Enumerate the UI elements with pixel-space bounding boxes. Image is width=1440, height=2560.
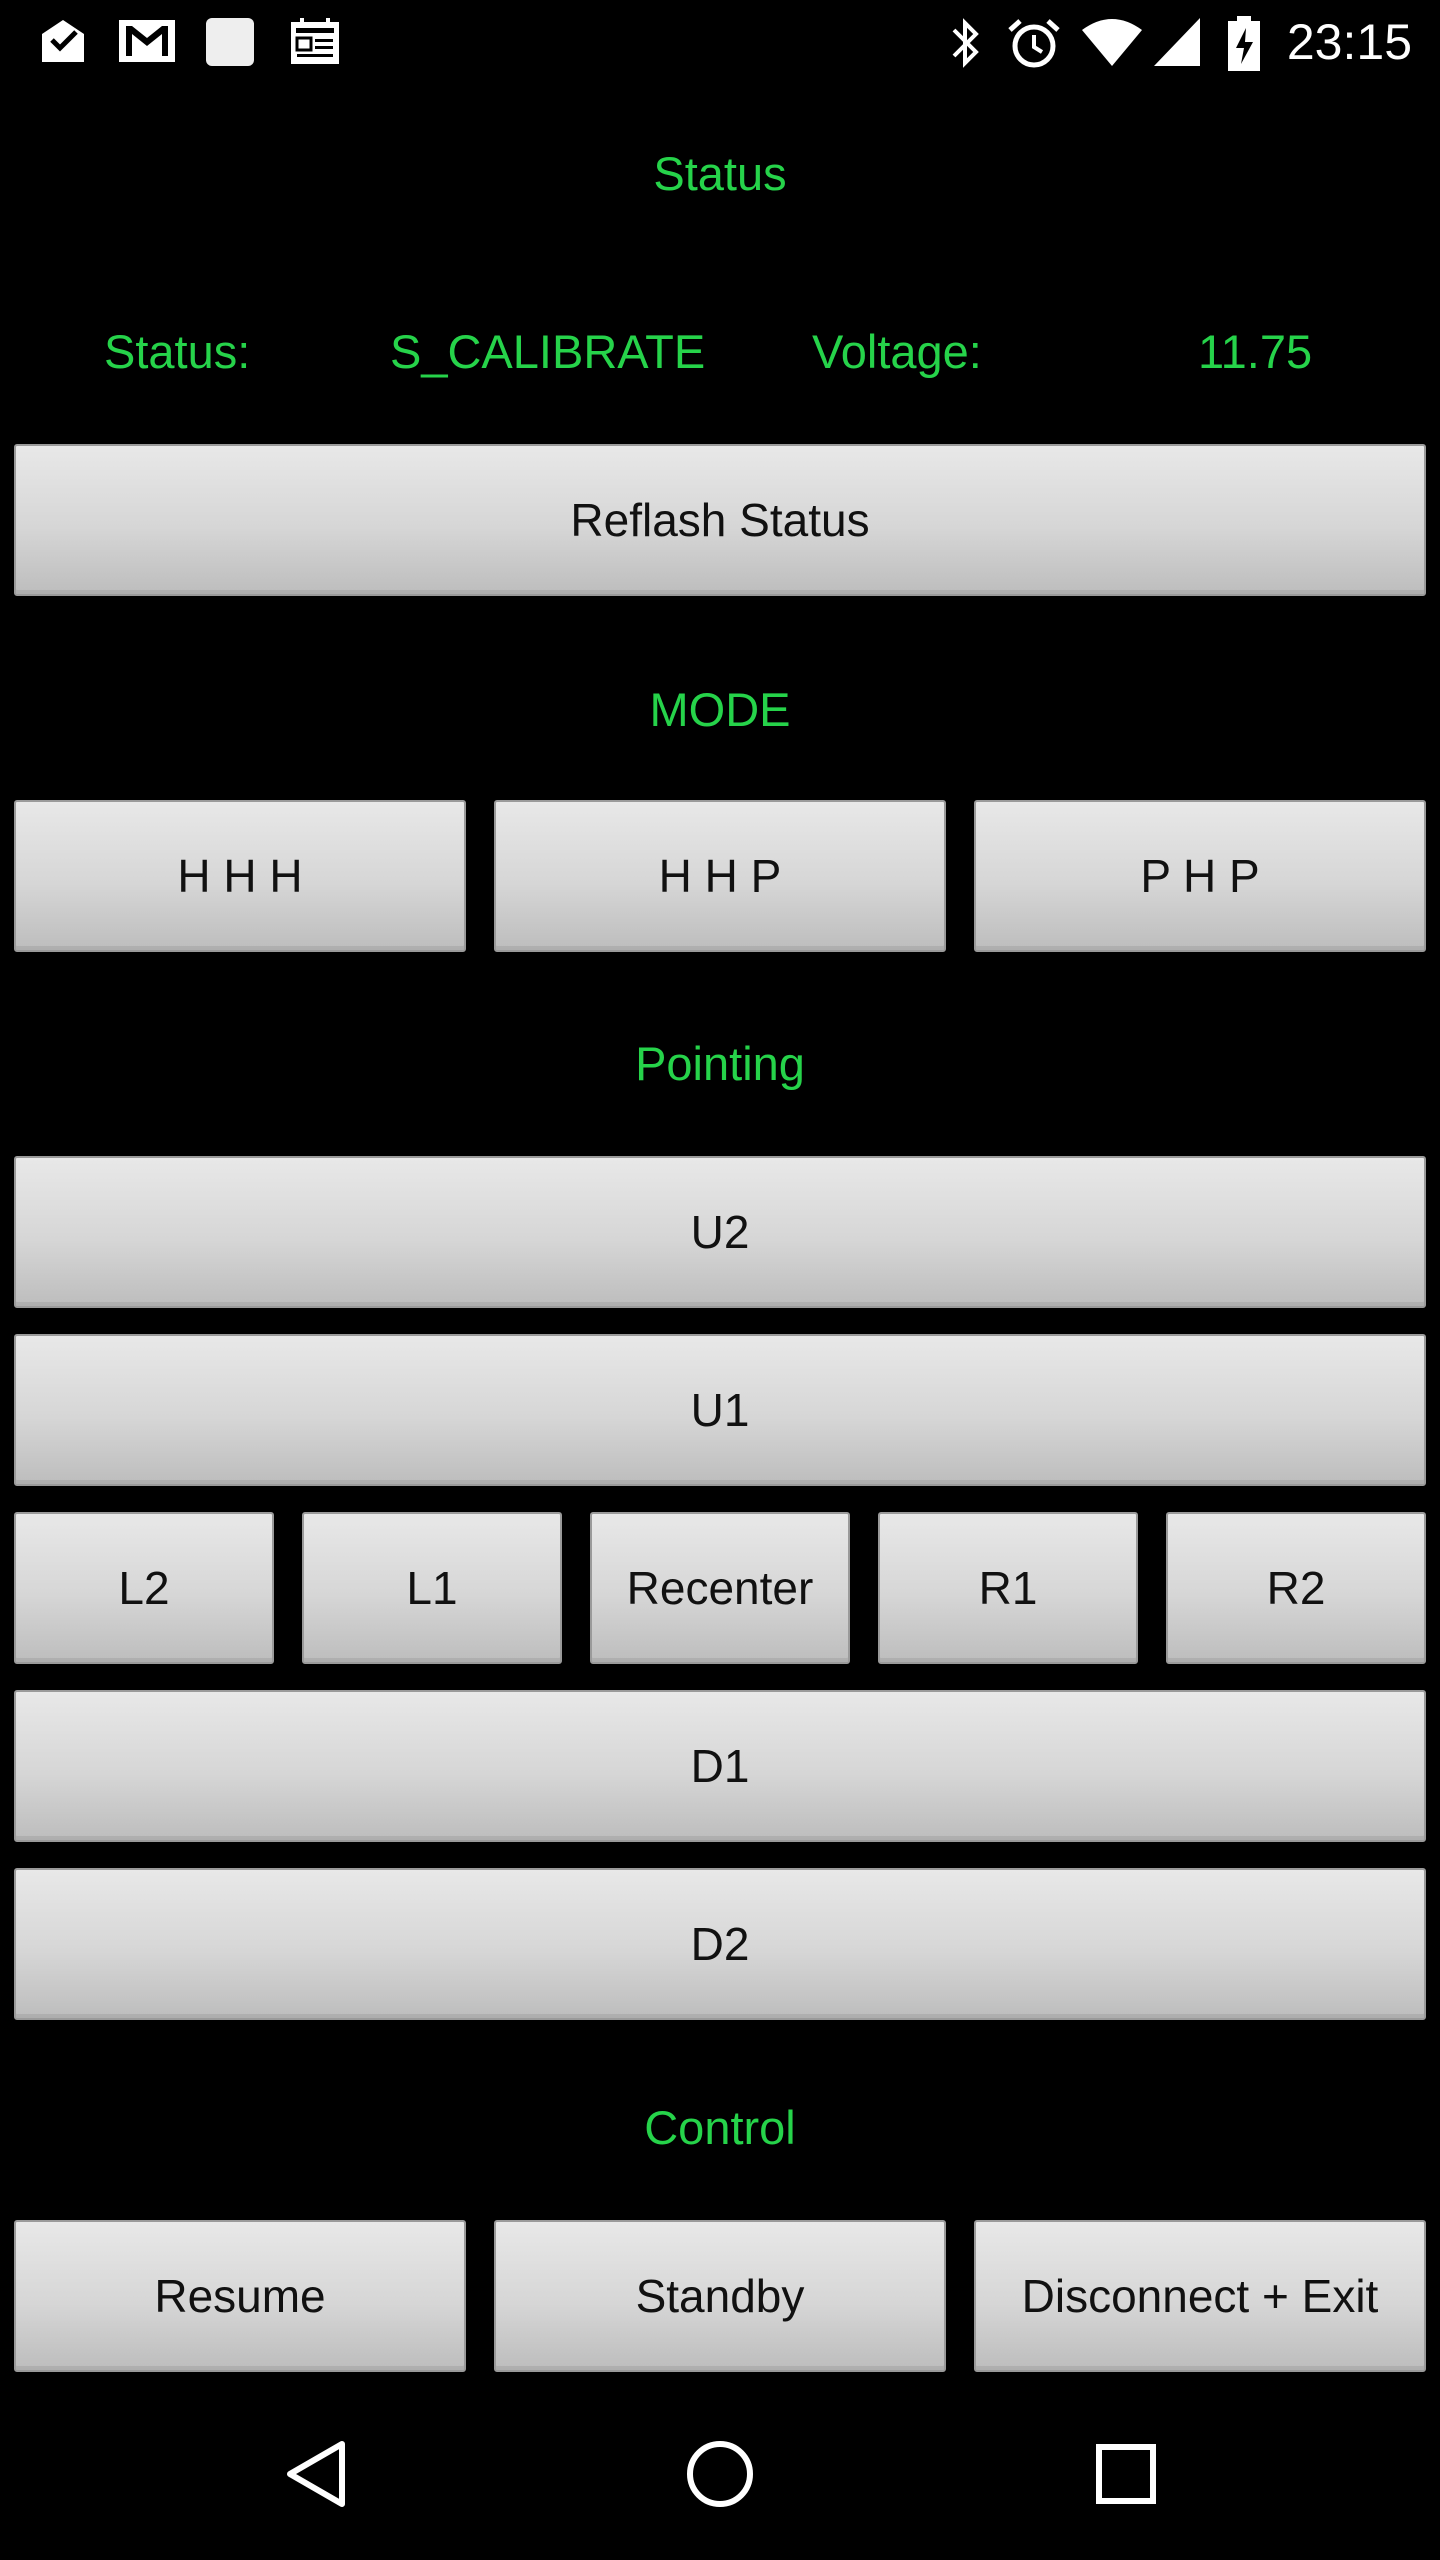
resume-button[interactable]: Resume — [14, 2220, 466, 2372]
reflash-status-button[interactable]: Reflash Status — [14, 444, 1426, 596]
navigation-bar — [0, 2390, 1440, 2560]
standby-button[interactable]: Standby — [494, 2220, 946, 2372]
blank-notification-icon — [204, 16, 256, 73]
bluetooth-icon — [946, 16, 986, 75]
status-section-title: Status — [653, 147, 787, 200]
control-section-title: Control — [644, 2101, 796, 2154]
newspaper-icon — [288, 16, 342, 73]
left2-button[interactable]: L2 — [14, 1512, 274, 1664]
mode-hhp-button[interactable]: H H P — [494, 800, 946, 952]
up1-button[interactable]: U1 — [14, 1334, 1426, 1486]
down1-button[interactable]: D1 — [14, 1690, 1426, 1842]
down2-button[interactable]: D2 — [14, 1868, 1426, 2020]
wifi-icon — [1080, 16, 1144, 73]
clock: 23:15 — [1286, 14, 1412, 70]
pointing-section-title: Pointing — [635, 1037, 805, 1090]
battery-charging-icon — [1226, 16, 1262, 77]
status-label: Status: — [104, 325, 251, 378]
gmail-icon — [116, 16, 178, 71]
mode-hhh-button[interactable]: H H H — [14, 800, 466, 952]
left1-button[interactable]: L1 — [302, 1512, 562, 1664]
status-bar: 23:15 — [0, 0, 1440, 84]
status-value: S_CALIBRATE — [390, 325, 706, 378]
up2-button[interactable]: U2 — [14, 1156, 1426, 1308]
recents-icon[interactable] — [1094, 2442, 1158, 2511]
home-icon[interactable] — [684, 2438, 756, 2515]
signal-icon — [1152, 16, 1202, 73]
inbox-icon — [36, 16, 90, 71]
disconnect-exit-button[interactable]: Disconnect + Exit — [974, 2220, 1426, 2372]
right1-button[interactable]: R1 — [878, 1512, 1138, 1664]
recenter-button[interactable]: Recenter — [590, 1512, 850, 1664]
mode-section-title: MODE — [649, 683, 791, 736]
voltage-label: Voltage: — [812, 325, 982, 378]
back-icon[interactable] — [282, 2438, 348, 2515]
alarm-icon — [1006, 16, 1062, 77]
right2-button[interactable]: R2 — [1166, 1512, 1426, 1664]
mode-php-button[interactable]: P H P — [974, 800, 1426, 952]
voltage-value: 11.75 — [1198, 325, 1313, 378]
